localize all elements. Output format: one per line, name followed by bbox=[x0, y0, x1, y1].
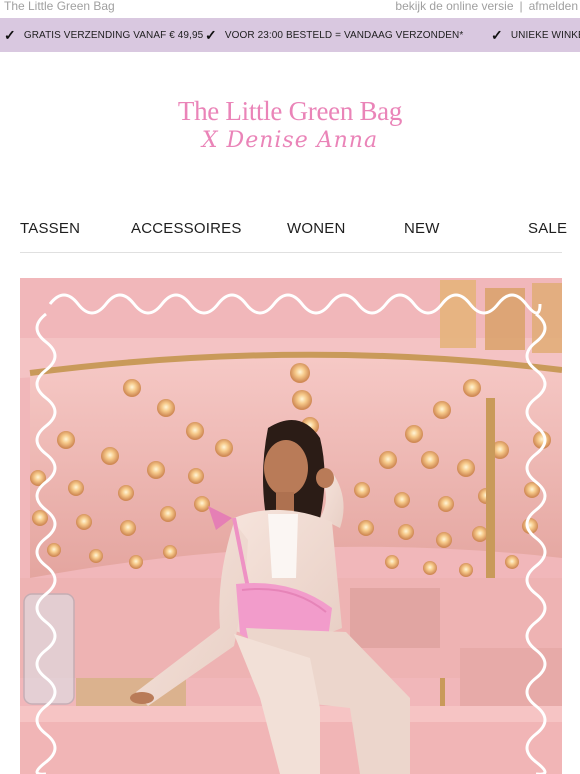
check-icon: ✓ bbox=[491, 26, 503, 43]
nav-divider bbox=[20, 252, 562, 253]
nav-item-sale[interactable]: SALE bbox=[528, 220, 567, 237]
separator: | bbox=[519, 0, 523, 13]
nav-item-accessoires[interactable]: ACCESSOIRES bbox=[131, 220, 242, 237]
logo-collab: X Denise Anna bbox=[201, 128, 379, 153]
brand-logo[interactable]: The Little Green Bag X Denise Anna bbox=[0, 88, 580, 178]
main-nav: TASSEN ACCESSOIRES WONEN NEW SALE bbox=[20, 220, 567, 242]
usp-text: UNIEKE WINKEL bbox=[510, 29, 580, 41]
online-version-link[interactable]: bekijk de online versie bbox=[395, 0, 513, 13]
usp-item: ✓ GRATIS VERZENDING VANAF € 49,95 bbox=[4, 18, 203, 52]
usp-text: VOOR 23:00 BESTELD = VANDAAG VERZONDEN* bbox=[224, 29, 464, 41]
usp-item: ✓ VOOR 23:00 BESTELD = VANDAAG VERZONDEN… bbox=[205, 18, 463, 52]
usp-text: GRATIS VERZENDING VANAF € 49,95 bbox=[23, 29, 204, 41]
unsubscribe-link[interactable]: afmelden bbox=[529, 0, 578, 13]
top-utility-bar: The Little Green Bag bekijk de online ve… bbox=[0, 0, 580, 14]
usp-item: ✓ UNIEKE WINKEL bbox=[491, 18, 580, 52]
nav-item-new[interactable]: NEW bbox=[404, 220, 440, 237]
hero-illustration bbox=[20, 278, 562, 774]
nav-item-tassen[interactable]: TASSEN bbox=[20, 220, 80, 237]
brand-name: The Little Green Bag bbox=[4, 0, 115, 13]
usp-bar: ✓ GRATIS VERZENDING VANAF € 49,95 ✓ VOOR… bbox=[0, 18, 580, 52]
nav-item-wonen[interactable]: WONEN bbox=[287, 220, 346, 237]
logo-title: The Little Green Bag bbox=[177, 96, 403, 126]
hero-image[interactable] bbox=[20, 278, 562, 774]
check-icon: ✓ bbox=[4, 26, 16, 43]
check-icon: ✓ bbox=[205, 26, 217, 43]
top-links: bekijk de online versie | afmelden bbox=[395, 0, 578, 13]
